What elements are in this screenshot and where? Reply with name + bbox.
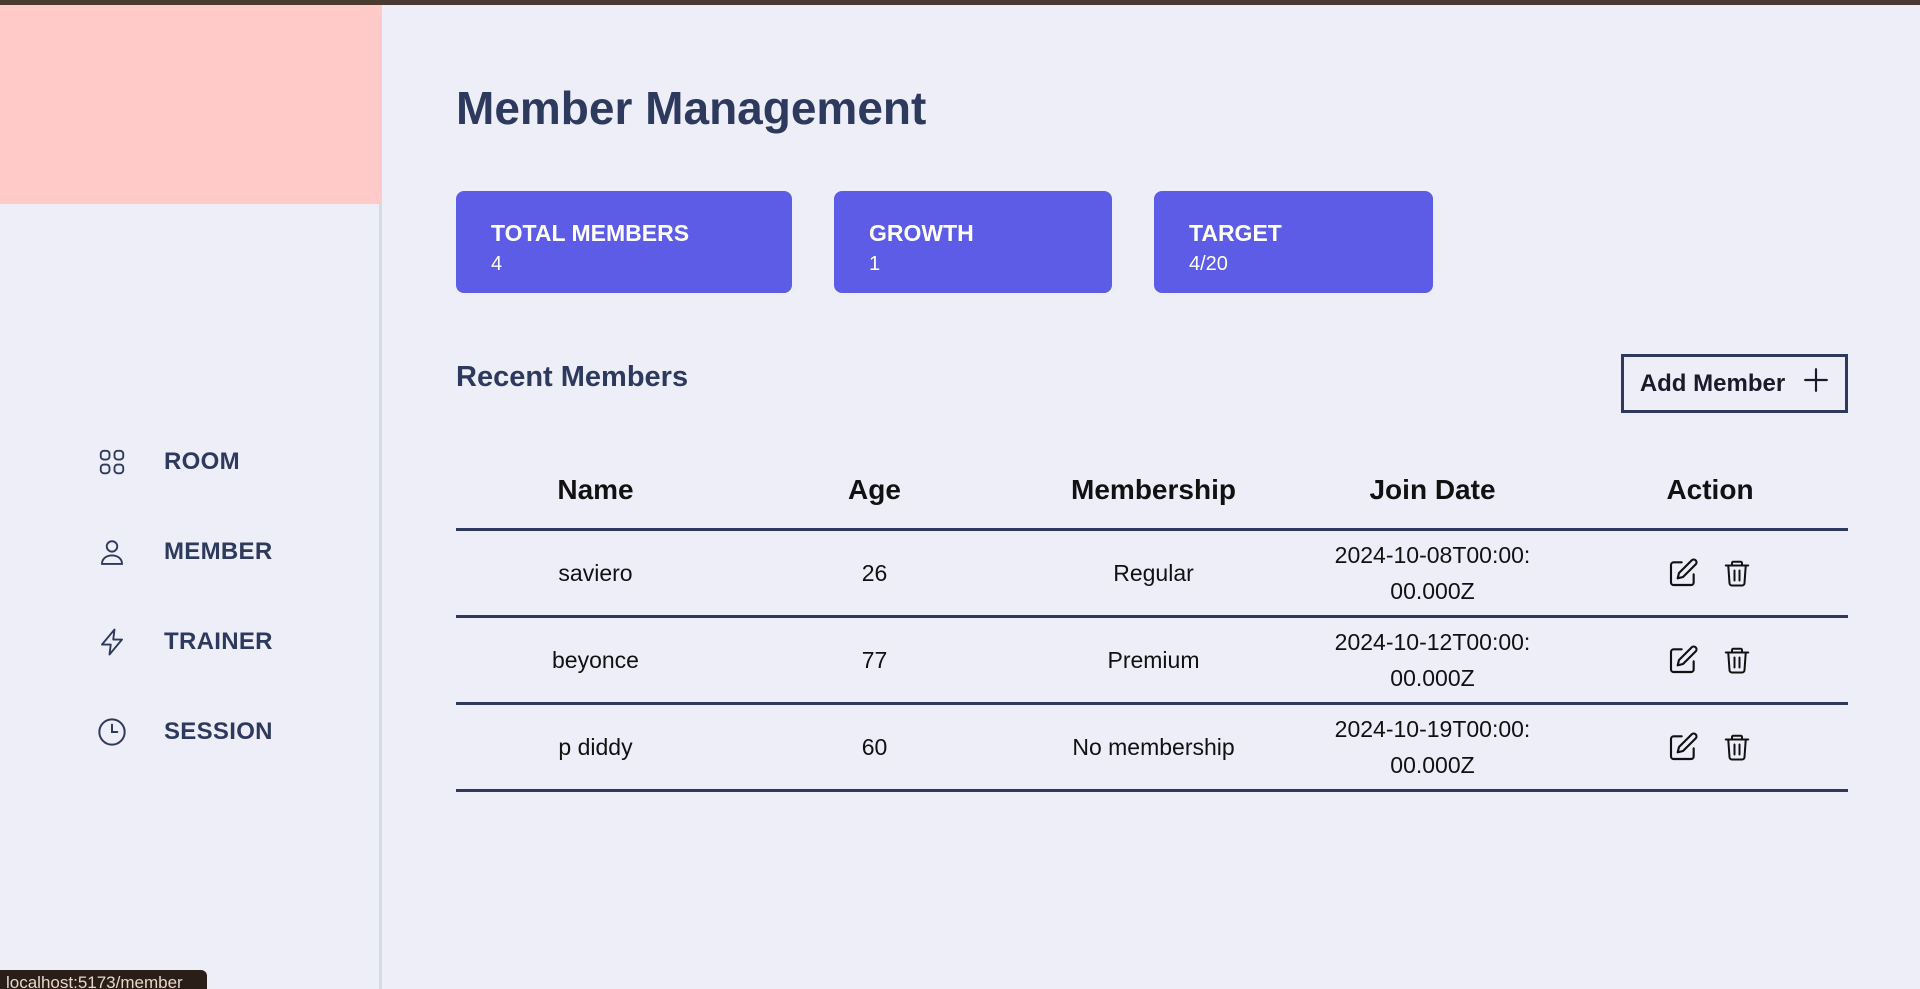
page-title: Member Management (456, 82, 927, 134)
status-bar-url: localhost:5173/member (0, 970, 207, 989)
member-name: saviero (558, 560, 633, 586)
edit-icon[interactable] (1666, 556, 1700, 590)
sidebar-item-label: ROOM (164, 448, 240, 475)
stat-label: TARGET (1189, 220, 1282, 246)
stat-value: 4 (491, 253, 503, 275)
column-header-name: Name (557, 473, 634, 505)
member-membership: Regular (1113, 560, 1194, 586)
add-member-button[interactable]: Add Member (1621, 354, 1848, 413)
grid-icon (96, 446, 128, 478)
member-join-date: 2024-10-12T00:00:00.000Z (1334, 629, 1531, 691)
member-name: beyonce (552, 647, 639, 673)
stat-value: 1 (869, 253, 881, 275)
trash-icon[interactable] (1720, 556, 1754, 590)
add-member-label: Add Member (1639, 369, 1786, 397)
sidebar-item-member[interactable]: MEMBER (96, 507, 273, 597)
table-row: p diddy 60 No membership 2024-10-19T00:0… (456, 705, 1848, 792)
member-age: 77 (861, 647, 888, 673)
sidebar-item-room[interactable]: ROOM (96, 417, 273, 507)
plus-icon (1803, 367, 1829, 400)
clock-icon (96, 716, 128, 748)
lightning-icon (96, 626, 128, 658)
sidebar-item-label: SESSION (164, 718, 273, 745)
sidebar-item-label: MEMBER (164, 538, 273, 565)
stat-card-target: TARGET 4/20 (1154, 191, 1433, 293)
member-name: p diddy (558, 734, 633, 760)
row-actions (1572, 730, 1848, 764)
member-join-date: 2024-10-19T00:00:00.000Z (1334, 716, 1531, 778)
sidebar-nav: ROOM MEMBER TRAINER SESSION (96, 417, 273, 777)
member-membership: No membership (1072, 734, 1235, 760)
stat-card-total-members: TOTAL MEMBERS 4 (456, 191, 792, 293)
row-actions (1572, 643, 1848, 677)
trash-icon[interactable] (1720, 643, 1754, 677)
member-join-date: 2024-10-08T00:00:00.000Z (1334, 542, 1531, 604)
sidebar-item-trainer[interactable]: TRAINER (96, 597, 273, 687)
stat-label: TOTAL MEMBERS (491, 220, 690, 246)
row-actions (1572, 556, 1848, 590)
user-icon (96, 536, 128, 568)
column-header-age: Age (848, 473, 901, 505)
edit-icon[interactable] (1666, 730, 1700, 764)
sidebar-item-label: TRAINER (164, 628, 273, 655)
stat-value: 4/20 (1189, 253, 1228, 275)
logo-area (0, 5, 381, 204)
member-age: 26 (861, 560, 888, 586)
members-table: Name Age Membership Join Date Action sav… (456, 451, 1848, 792)
edit-icon[interactable] (1666, 643, 1700, 677)
stat-label: GROWTH (869, 220, 974, 246)
column-header-join-date: Join Date (1369, 473, 1496, 505)
trash-icon[interactable] (1720, 730, 1754, 764)
stat-card-growth: GROWTH 1 (834, 191, 1112, 293)
section-title: Recent Members (456, 361, 689, 393)
member-age: 60 (861, 734, 888, 760)
sidebar: ROOM MEMBER TRAINER SESSION (0, 5, 382, 989)
member-membership: Premium (1107, 647, 1200, 673)
table-row: beyonce 77 Premium 2024-10-12T00:00:00.0… (456, 618, 1848, 705)
sidebar-item-session[interactable]: SESSION (96, 687, 273, 777)
column-header-action: Action (1666, 473, 1754, 505)
column-header-membership: Membership (1071, 473, 1236, 505)
table-row: saviero 26 Regular 2024-10-08T00:00:00.0… (456, 531, 1848, 618)
table-header: Name Age Membership Join Date Action (456, 451, 1848, 531)
